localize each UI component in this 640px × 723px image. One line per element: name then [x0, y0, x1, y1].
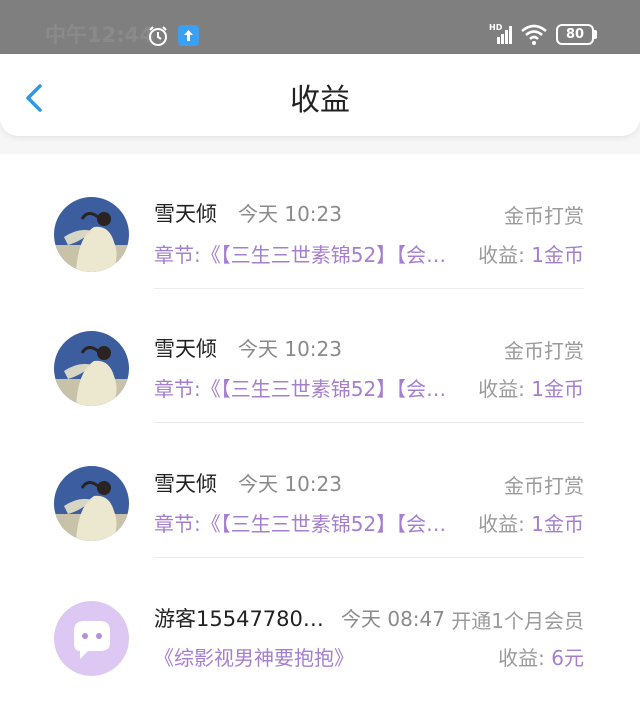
- list-item[interactable]: 雪天倾 今天 10:23 金币打赏 章节:《【三生三世素锦52】【会… 收益: …: [0, 424, 640, 559]
- user-avatar: [54, 331, 129, 406]
- income-amount: 收益: 1金币: [478, 240, 584, 270]
- income-value: 1金币: [531, 377, 584, 401]
- status-time: 中午12:44: [45, 23, 154, 47]
- cellular-signal-icon: HD: [489, 23, 512, 44]
- income-value: 1金币: [531, 243, 584, 267]
- list-item[interactable]: 游客15547780… 今天 08:47 开通1个月会员 《综影视男神要抱抱》 …: [0, 559, 640, 694]
- income-label: 收益:: [498, 646, 552, 670]
- row-divider: [154, 422, 584, 423]
- nav-header: 收益: [0, 54, 640, 136]
- user-name: 雪天倾: [154, 472, 217, 496]
- income-amount: 收益: 1金币: [478, 509, 584, 539]
- chapter-title: 章节:《【三生三世素锦52】【会…: [154, 377, 447, 401]
- reward-time: 今天 08:47: [341, 607, 445, 631]
- reward-time: 今天 10:23: [238, 337, 342, 361]
- status-bar: 中午12:44 HD 80: [0, 0, 640, 54]
- list-item[interactable]: 雪天倾 今天 10:23 金币打赏 章节:《【三生三世素锦52】【会… 收益: …: [0, 154, 640, 289]
- list-item[interactable]: 雪天倾 今天 10:23 金币打赏 章节:《【三生三世素锦52】【会… 收益: …: [0, 289, 640, 424]
- guest-avatar-icon: [54, 601, 129, 676]
- page-title: 收益: [290, 83, 350, 118]
- row-divider: [154, 557, 584, 558]
- reward-type: 金币打赏: [504, 339, 584, 363]
- income-value: 1金币: [531, 512, 584, 536]
- income-amount: 收益: 1金币: [478, 374, 584, 404]
- user-name: 雪天倾: [154, 337, 217, 361]
- reward-type: 开通1个月会员: [451, 609, 584, 633]
- battery-tip: [594, 30, 597, 39]
- user-avatar: [54, 466, 129, 541]
- income-label: 收益:: [478, 377, 532, 401]
- hd-label: HD: [489, 23, 503, 32]
- alarm-clock-icon: [149, 26, 167, 46]
- earnings-list: 雪天倾 今天 10:23 金币打赏 章节:《【三生三世素锦52】【会… 收益: …: [0, 154, 640, 723]
- reward-type: 金币打赏: [504, 474, 584, 498]
- income-label: 收益:: [478, 243, 532, 267]
- reward-time: 今天 10:23: [238, 472, 342, 496]
- chapter-title: 章节:《【三生三世素锦52】【会…: [154, 243, 447, 267]
- user-name: 雪天倾: [154, 202, 217, 226]
- income-label: 收益:: [478, 512, 532, 536]
- battery-level: 80: [556, 24, 594, 45]
- user-name: 游客15547780…: [154, 607, 324, 631]
- user-avatar: [54, 197, 129, 272]
- chapter-title: 章节:《【三生三世素锦52】【会…: [154, 512, 447, 536]
- reward-time: 今天 10:23: [238, 202, 342, 226]
- upload-notification-icon: [178, 25, 199, 46]
- income-amount: 收益: 6元: [498, 643, 584, 673]
- wifi-icon: [521, 24, 547, 45]
- income-value: 6元: [551, 646, 584, 670]
- book-title: 《综影视男神要抱抱》: [154, 646, 354, 670]
- reward-type: 金币打赏: [504, 204, 584, 228]
